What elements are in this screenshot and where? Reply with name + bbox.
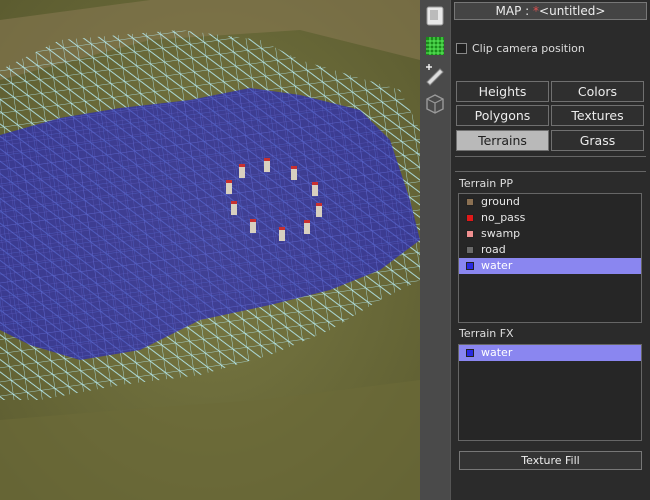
map-title: MAP : *<untitled> [454, 2, 647, 20]
list-item-label: swamp [481, 227, 521, 240]
list-item[interactable]: water [459, 258, 641, 274]
textures-button[interactable]: Textures [551, 105, 644, 126]
list-item[interactable]: ground [459, 194, 641, 210]
color-swatch [466, 214, 474, 222]
terrain-fx-title: Terrain FX [459, 327, 514, 340]
clip-camera-option[interactable]: Clip camera position [456, 41, 585, 55]
list-item[interactable]: swamp [459, 226, 641, 242]
list-item-label: road [481, 243, 506, 256]
clip-camera-label: Clip camera position [472, 41, 585, 55]
list-item[interactable]: water [459, 345, 641, 361]
cube-icon[interactable] [422, 91, 448, 117]
map-viewport[interactable] [0, 0, 420, 500]
colors-button[interactable]: Colors [551, 81, 644, 102]
map-prefix: MAP : [495, 4, 534, 18]
color-swatch [466, 198, 474, 206]
terrains-button[interactable]: Terrains [456, 130, 549, 151]
map-name: <untitled> [539, 4, 606, 18]
divider [455, 171, 646, 172]
texture-fill-button[interactable]: Texture Fill [459, 451, 642, 470]
color-swatch [466, 349, 474, 357]
divider [455, 156, 646, 157]
terrain-pp-list[interactable]: ground no_passswamp road water [458, 193, 642, 323]
clip-camera-checkbox[interactable] [456, 42, 467, 54]
polygons-button[interactable]: Polygons [456, 105, 549, 126]
brush-icon[interactable] [422, 61, 448, 87]
terrain-fx-list[interactable]: water [458, 344, 642, 441]
editor-panel: MAP : *<untitled> Clip camera position H… [450, 0, 650, 500]
terrain-view[interactable] [0, 0, 420, 500]
terrain-pp-title: Terrain PP [459, 177, 514, 190]
tool-strip [420, 0, 450, 500]
list-item[interactable]: road [459, 242, 641, 258]
list-item-label: no_pass [481, 211, 526, 224]
grass-button[interactable]: Grass [551, 130, 644, 151]
list-item-label: ground [481, 195, 520, 208]
list-item-label: water [481, 259, 513, 272]
color-swatch [466, 230, 474, 238]
color-swatch [466, 262, 474, 270]
heights-button[interactable]: Heights [456, 81, 549, 102]
list-item[interactable]: no_pass [459, 210, 641, 226]
camera-icon[interactable] [422, 3, 448, 29]
color-swatch [466, 246, 474, 254]
list-item-label: water [481, 346, 513, 359]
grid-icon[interactable] [422, 33, 448, 59]
